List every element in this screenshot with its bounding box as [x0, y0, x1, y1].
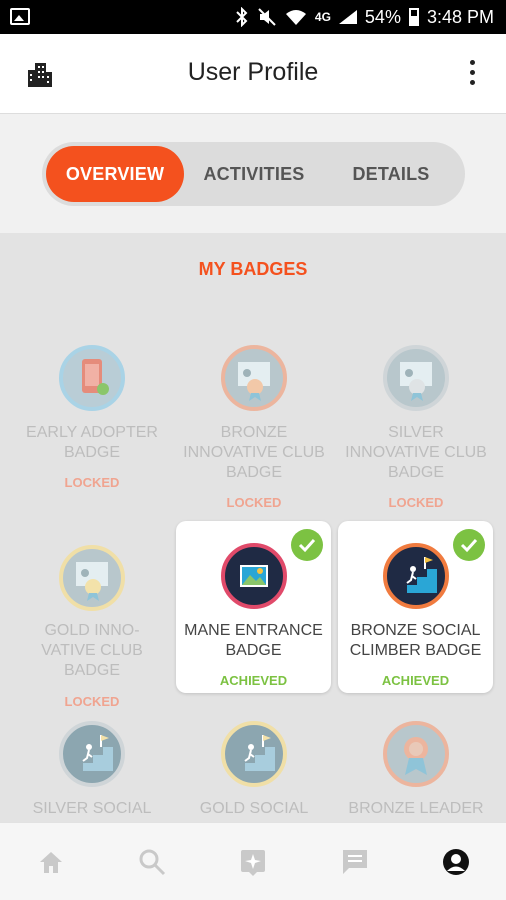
badge-early-adopter[interactable]: EARLY ADOPTER BADGE LOCKED — [14, 343, 170, 513]
page-title: User Profile — [187, 58, 319, 86]
badge-status: LOCKED — [388, 495, 444, 510]
badge-status: ACHIEVED — [381, 673, 450, 688]
certificate-badge-icon — [383, 345, 449, 411]
wifi-icon — [285, 10, 306, 25]
badge-status: LOCKED — [226, 495, 282, 510]
badge-status: LOCKED — [64, 475, 120, 490]
image-notification-icon — [10, 8, 30, 25]
badge-name: BRONZE INNOVATIVE CLUB BADGE — [183, 424, 325, 481]
phone-badge-icon — [59, 345, 125, 411]
check-icon — [291, 529, 323, 561]
badge-silver-social-climber[interactable]: SILVER SOCIAL — [14, 721, 170, 822]
badge-name: BRONZE SOCIAL CLIMBER BADGE — [349, 622, 482, 659]
certificate-badge-icon — [59, 545, 125, 611]
badge-mane-entrance[interactable]: MANE ENTRANCE BADGE ACHIEVED — [176, 521, 331, 693]
badge-gold-social-climber[interactable]: GOLD SOCIAL — [176, 721, 332, 822]
badge-gold-innovative-club[interactable]: GOLD INNO-VATIVE CLUB BADGE LOCKED — [14, 543, 170, 713]
climber-badge-icon — [221, 721, 287, 787]
badge-silver-innovative-club[interactable]: SILVER INNOVATIVE CLUB BADGE LOCKED — [338, 343, 494, 533]
battery-percent: 54% — [364, 7, 401, 27]
tab-details[interactable]: DETAILS — [326, 146, 456, 202]
section-title: MY BADGES — [198, 259, 308, 279]
home-icon[interactable] — [36, 847, 66, 877]
badge-name: SILVER SOCIAL — [32, 800, 152, 817]
app-bar: User Profile — [0, 34, 506, 114]
network-type: 4G — [314, 10, 331, 24]
chat-icon[interactable] — [340, 847, 370, 877]
status-bar: 4G 54% 3:48 PM — [0, 0, 506, 34]
clock: 3:48 PM — [426, 7, 494, 27]
badge-bronze-innovative-club[interactable]: BRONZE INNOVATIVE CLUB BADGE LOCKED — [176, 343, 332, 533]
badge-name: GOLD SOCIAL — [199, 800, 309, 817]
battery-icon — [408, 8, 419, 26]
photo-badge-icon — [221, 543, 287, 609]
badge-name: GOLD INNO-VATIVE CLUB BADGE — [41, 622, 143, 679]
segmented-tabs: OVERVIEW ACTIVITIES DETAILS — [42, 142, 465, 206]
status-icons: 4G 54% 3:48 PM — [235, 0, 494, 34]
sparkle-icon[interactable] — [238, 847, 268, 877]
badge-name: EARLY ADOPTER BADGE — [26, 424, 158, 461]
more-options-icon[interactable] — [468, 60, 476, 88]
tabs-area: OVERVIEW ACTIVITIES DETAILS — [0, 114, 506, 233]
tab-overview[interactable]: OVERVIEW — [46, 146, 184, 202]
check-icon — [453, 529, 485, 561]
medal-badge-icon — [383, 721, 449, 787]
search-icon[interactable] — [137, 847, 167, 877]
badge-name: MANE ENTRANCE BADGE — [184, 622, 323, 659]
badges-section: MY BADGES EARLY ADOPTER BADGE LOCKED BRO… — [0, 233, 506, 822]
climber-badge-icon — [383, 543, 449, 609]
signal-icon — [338, 10, 357, 24]
climber-badge-icon — [59, 721, 125, 787]
badge-status: LOCKED — [64, 694, 120, 709]
profile-icon[interactable] — [441, 847, 471, 877]
tab-activities[interactable]: ACTIVITIES — [190, 146, 318, 202]
mute-icon — [258, 8, 276, 26]
badge-bronze-leader[interactable]: BRONZE LEADER — [338, 721, 494, 822]
bluetooth-icon — [236, 7, 248, 27]
badge-bronze-social-climber[interactable]: BRONZE SOCIAL CLIMBER BADGE ACHIEVED — [338, 521, 493, 693]
badge-status: ACHIEVED — [219, 673, 288, 688]
badge-name: SILVER INNOVATIVE CLUB BADGE — [345, 424, 487, 481]
bottom-navigation — [0, 822, 506, 900]
badge-name: BRONZE LEADER — [348, 800, 484, 817]
certificate-badge-icon — [221, 345, 287, 411]
